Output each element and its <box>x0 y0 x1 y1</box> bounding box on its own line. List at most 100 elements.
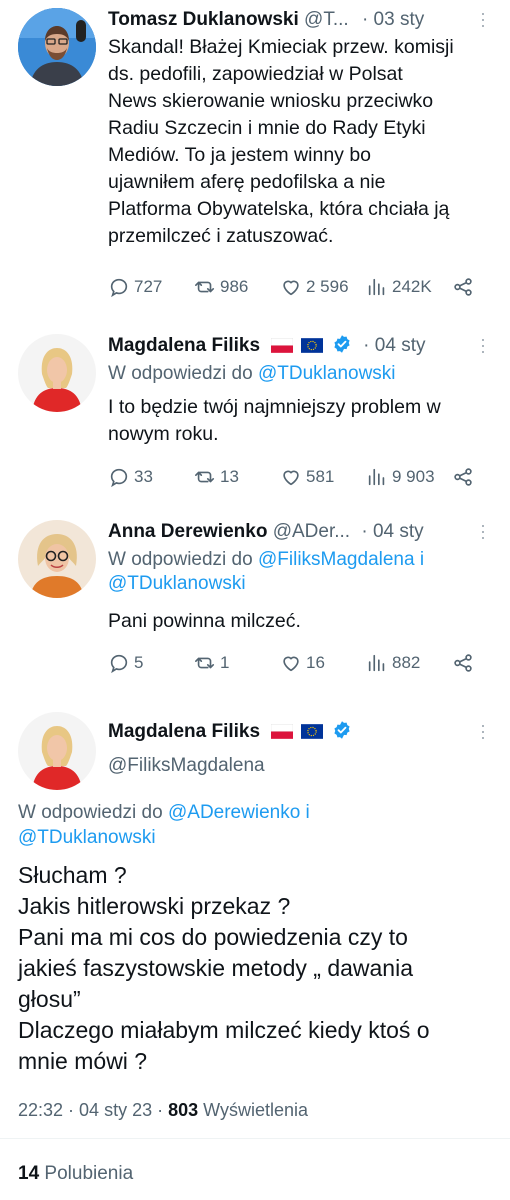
tweet-actions: 5 1 16 882 <box>108 652 490 676</box>
tweet-date[interactable]: · 04 sty <box>361 521 423 542</box>
share-button[interactable] <box>452 652 474 674</box>
reply-context: W odpowiedzi do @ADerewienko i @TDuklano… <box>18 800 496 850</box>
like-count: 2 596 <box>306 277 349 296</box>
like-button[interactable]: 16 <box>280 652 325 674</box>
tweet-date[interactable]: · 03 sty <box>362 9 424 30</box>
avatar-anna[interactable] <box>18 520 96 598</box>
heart-icon <box>280 276 302 298</box>
retweet-count: 1 <box>220 653 230 672</box>
like-button[interactable]: 2 596 <box>280 276 349 298</box>
tweet-header: Magdalena Filiks · 04 sty <box>108 334 480 358</box>
author-name[interactable]: Magdalena Filiks <box>108 721 260 742</box>
retweet-count: 13 <box>220 467 239 486</box>
tweet-actions: 33 13 581 9 903 <box>108 466 490 490</box>
reply-mention-link[interactable]: @TDuklanowski <box>258 363 396 384</box>
tweet-2[interactable]: Magdalena Filiks · 04 sty · · · W odpowied… <box>0 320 510 500</box>
reply-count: 5 <box>134 653 144 672</box>
like-count: 16 <box>306 653 325 672</box>
avatar-magdalena[interactable] <box>18 712 96 790</box>
tweet-date[interactable]: · 04 sty <box>363 335 425 356</box>
reply-context: W odpowiedzi do @FiliksMagdalena i @TDuk… <box>108 548 496 596</box>
retweet-button[interactable]: 986 <box>194 276 248 298</box>
views-button[interactable]: 882 <box>366 652 420 674</box>
reply-mention-link[interactable]: @TDuklanowski <box>18 827 156 848</box>
author-handle[interactable]: @T... <box>304 9 349 30</box>
reply-icon <box>108 466 130 488</box>
avatar-tomasz[interactable] <box>18 8 96 86</box>
likes-summary[interactable]: 14 Polubienia <box>18 1163 133 1185</box>
more-options-icon[interactable]: · · · <box>480 4 486 34</box>
like-button[interactable]: 581 <box>280 466 334 488</box>
author-name[interactable]: Tomasz Duklanowski <box>108 9 299 30</box>
poland-flag-icon <box>271 724 293 739</box>
more-options-icon[interactable]: · · · <box>480 716 486 746</box>
reply-mention-link[interactable]: @ADerewienko i <box>168 802 310 823</box>
more-options-icon[interactable]: · · · <box>480 516 486 546</box>
likes-label: Polubienia <box>44 1163 134 1184</box>
author-handle[interactable]: @FiliksMagdalena <box>108 754 480 778</box>
eu-flag-icon <box>301 338 323 353</box>
share-icon <box>452 466 474 488</box>
person-avatar-icon <box>18 712 96 790</box>
share-icon <box>452 276 474 298</box>
tweet-header: Magdalena Filiks <box>108 720 480 744</box>
focused-tweet: Magdalena Filiks · · · @FiliksMagdalena W … <box>0 700 510 1200</box>
retweet-icon <box>194 466 216 488</box>
author-handle[interactable]: @ADer... <box>273 521 350 542</box>
heart-icon <box>280 652 302 674</box>
retweet-button[interactable]: 1 <box>194 652 229 674</box>
views-count: 242K <box>392 277 432 296</box>
reply-context: W odpowiedzi do @TDuklanowski <box>108 362 496 386</box>
tweet-text: Skandal! Błażej Kmieciak przew. komisji … <box>108 36 454 247</box>
person-avatar-icon <box>18 334 96 412</box>
reply-icon <box>108 652 130 674</box>
retweet-icon <box>194 652 216 674</box>
retweet-icon <box>194 276 216 298</box>
like-count: 581 <box>306 467 335 486</box>
reply-mention-link[interactable]: @TDuklanowski <box>108 573 246 594</box>
more-options-icon[interactable]: · · · <box>480 330 486 360</box>
poland-flag-icon <box>271 338 293 353</box>
reply-prefix: W odpowiedzi do <box>18 802 163 823</box>
share-button[interactable] <box>452 276 474 298</box>
views-count: 882 <box>392 653 421 672</box>
tweet-timestamp[interactable]: 22:32 · 04 sty 23 · <box>18 1100 163 1120</box>
author-name[interactable]: Magdalena Filiks <box>108 335 260 356</box>
author-name[interactable]: Anna Derewienko <box>108 521 267 542</box>
views-count: 9 903 <box>392 467 435 486</box>
divider <box>0 1138 510 1139</box>
tweet-actions: 727 986 2 596 242K <box>108 276 490 300</box>
reply-button[interactable]: 727 <box>108 276 162 298</box>
verified-badge-icon <box>332 720 352 740</box>
tweet-3[interactable]: Anna Derewienko @ADer... · 04 sty · · · W … <box>0 508 510 688</box>
views-icon <box>366 276 388 298</box>
views-button[interactable]: 242K <box>366 276 432 298</box>
reply-mention-link[interactable]: @FiliksMagdalena i <box>258 549 424 570</box>
avatar-magdalena[interactable] <box>18 334 96 412</box>
eu-flag-icon <box>301 724 323 739</box>
reply-count: 727 <box>134 277 163 296</box>
tweet-text: I to będzie twój najmniejszy problem w n… <box>108 396 441 445</box>
reply-icon <box>108 276 130 298</box>
reply-prefix: W odpowiedzi do <box>108 363 253 384</box>
reply-button[interactable]: 5 <box>108 652 143 674</box>
views-count: 803 <box>168 1100 199 1120</box>
reply-prefix: W odpowiedzi do <box>108 549 253 570</box>
likes-count: 14 <box>18 1163 40 1184</box>
tweet-1[interactable]: Tomasz Duklanowski @T... · 03 sty · · · Sk… <box>0 0 510 315</box>
views-icon <box>366 466 388 488</box>
share-button[interactable] <box>452 466 474 488</box>
heart-icon <box>280 466 302 488</box>
retweet-count: 986 <box>220 277 249 296</box>
tweet-header: Anna Derewienko @ADer... · 04 sty <box>108 520 480 544</box>
reply-count: 33 <box>134 467 153 486</box>
person-avatar-icon <box>18 520 96 598</box>
views-icon <box>366 652 388 674</box>
share-icon <box>452 652 474 674</box>
tweet-text: Pani powinna milczeć. <box>108 610 301 632</box>
reply-button[interactable]: 33 <box>108 466 153 488</box>
views-button[interactable]: 9 903 <box>366 466 435 488</box>
tweet-header: Tomasz Duklanowski @T... · 03 sty <box>108 8 480 32</box>
tweet-meta: 22:32 · 04 sty 23 · 803 Wyświetlenia <box>18 1100 308 1121</box>
retweet-button[interactable]: 13 <box>194 466 239 488</box>
